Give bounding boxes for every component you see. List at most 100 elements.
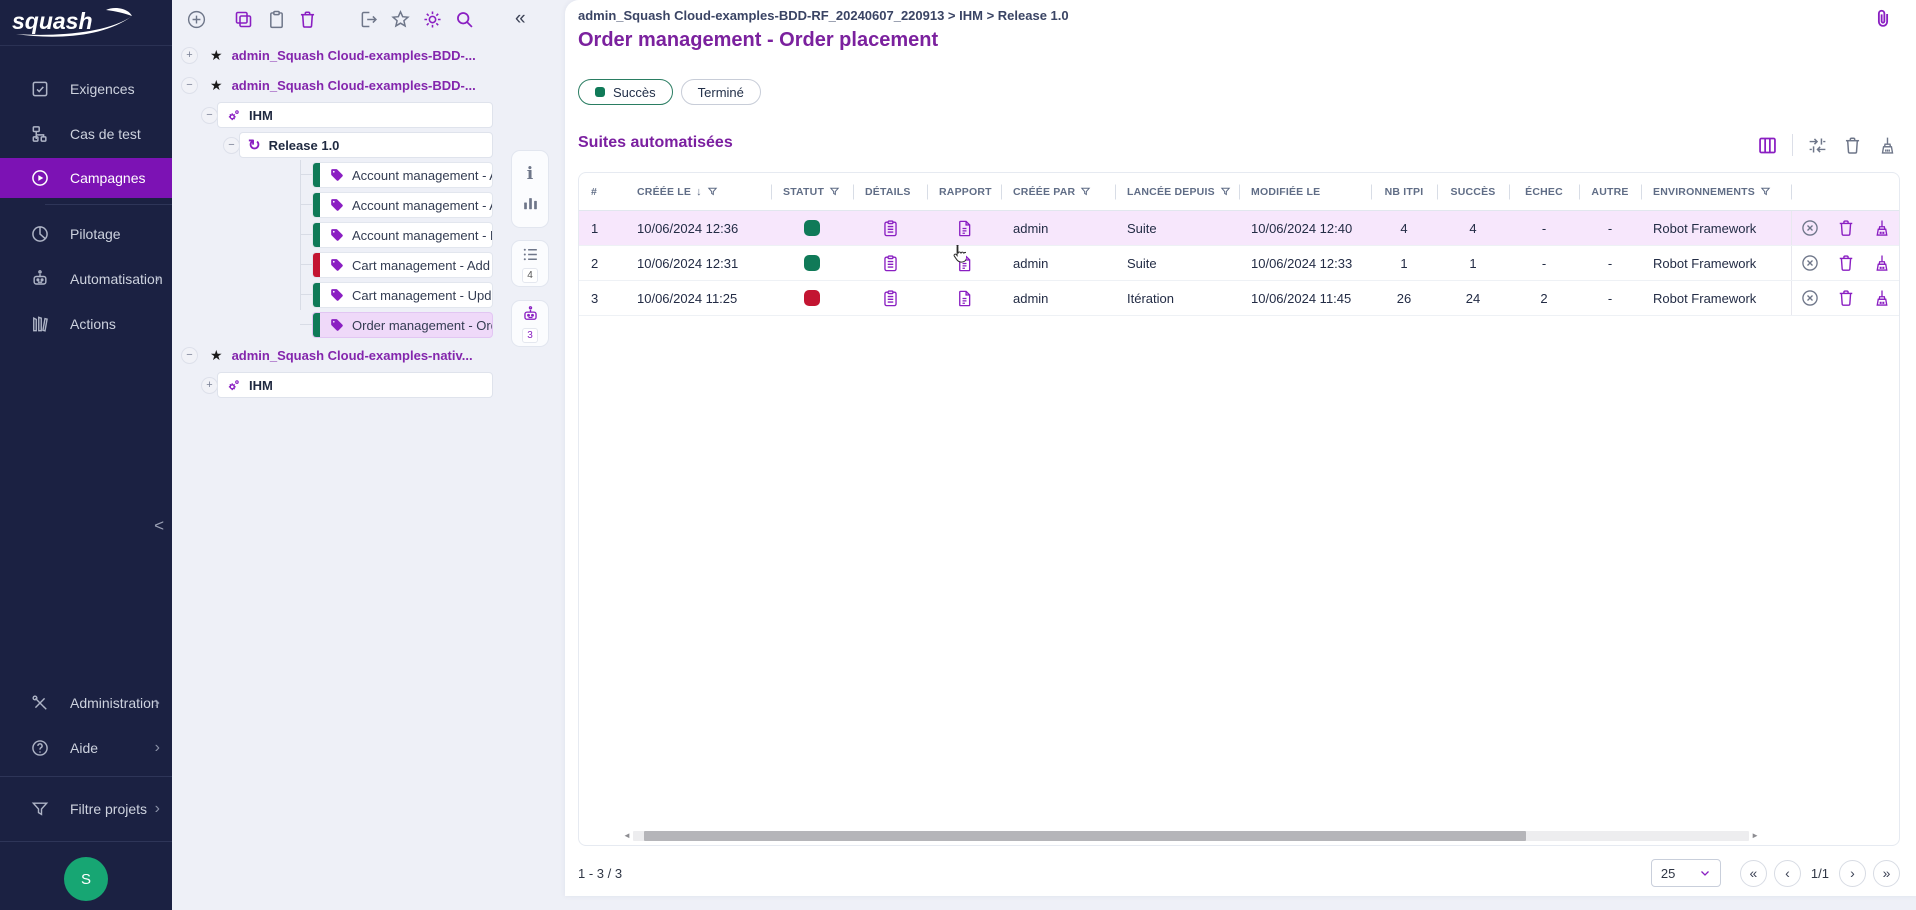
collapse-icon[interactable]: − — [182, 348, 197, 363]
cancel-circle-x-icon[interactable] — [1800, 218, 1820, 238]
tree-project-row[interactable]: + ★ admin_Squash Cloud-examples-BDD-... — [172, 40, 505, 70]
nav-item-automatisation[interactable]: Automatisation › — [0, 256, 172, 301]
state-badge-termine[interactable]: Terminé — [681, 79, 761, 105]
table-row[interactable]: 1 10/06/2024 12:36 admin Suite 10/06/202… — [579, 211, 1899, 246]
header-environments[interactable]: ENVIRONNEMENTS — [1641, 186, 1791, 198]
delete-all-icon[interactable] — [1842, 135, 1863, 156]
details-clipboard-icon[interactable] — [881, 219, 900, 238]
expand-icon[interactable]: + — [182, 48, 197, 63]
tree-node-release[interactable]: − ↻ Release 1.0 — [172, 130, 505, 160]
nav-item-cas-de-test[interactable]: Cas de test — [0, 111, 172, 156]
header-modified[interactable]: MODIFIÉE LE — [1239, 186, 1371, 198]
nav-item-administration[interactable]: Administration › — [0, 680, 172, 725]
table-row[interactable]: 2 10/06/2024 12:31 admin Suite 10/06/202… — [579, 246, 1899, 281]
header-launched-from[interactable]: LANCÉE DEPUIS — [1115, 186, 1239, 198]
node-box-ihm[interactable]: IHM — [217, 102, 493, 128]
header-failure[interactable]: ÉCHEC — [1509, 186, 1579, 198]
tree-node-ihm[interactable]: − IHM — [172, 100, 505, 130]
collapse-icon[interactable]: − — [224, 138, 239, 153]
nav-item-aide[interactable]: Aide › — [0, 725, 172, 770]
nav-item-actions[interactable]: Actions — [0, 301, 172, 346]
export-icon[interactable] — [358, 9, 379, 30]
filter-funnel-icon[interactable] — [1220, 186, 1231, 197]
clean-broom-icon[interactable] — [1872, 253, 1892, 273]
status-badge-succes[interactable]: Succès — [578, 79, 673, 105]
collapse-tree-icon[interactable]: « — [515, 8, 526, 30]
details-clipboard-icon[interactable] — [881, 289, 900, 308]
automated-suites-card[interactable]: 3 — [511, 300, 549, 347]
attachment-paperclip-icon[interactable] — [1872, 8, 1894, 30]
report-document-icon[interactable] — [955, 289, 974, 308]
tree-project-row[interactable]: − ★ admin_Squash Cloud-examples-BDD-... — [172, 70, 505, 100]
nav-item-pilotage[interactable]: Pilotage — [0, 211, 172, 256]
test-suite-item[interactable]: Account management - Lo... — [312, 222, 493, 248]
header-created-by[interactable]: CRÉÉE PAR — [1001, 186, 1115, 198]
sidebar-collapse-icon[interactable]: < — [150, 512, 168, 540]
filter-config-icon[interactable] — [1807, 135, 1828, 156]
header-num: # — [579, 186, 625, 198]
delete-row-icon[interactable] — [1836, 288, 1856, 308]
info-icon[interactable]: i — [527, 166, 533, 183]
filter-funnel-icon[interactable] — [829, 186, 840, 197]
settings-gear-icon[interactable] — [422, 9, 443, 30]
add-icon[interactable] — [186, 9, 207, 30]
expand-icon[interactable]: + — [202, 378, 217, 393]
cancel-circle-x-icon[interactable] — [1800, 288, 1820, 308]
paste-icon[interactable] — [266, 9, 287, 30]
cancel-circle-x-icon[interactable] — [1800, 253, 1820, 273]
filter-funnel-icon[interactable] — [707, 186, 718, 197]
delete-row-icon[interactable] — [1836, 253, 1856, 273]
scrollbar-track[interactable] — [633, 831, 1749, 841]
header-other[interactable]: AUTRE — [1579, 186, 1641, 198]
table-row[interactable]: 3 10/06/2024 11:25 admin Itération 10/06… — [579, 281, 1899, 316]
details-clipboard-icon[interactable] — [881, 254, 900, 273]
header-status[interactable]: STATUT — [771, 186, 853, 198]
node-box-ihm2[interactable]: IHM — [217, 372, 493, 398]
delete-icon[interactable] — [297, 9, 318, 30]
test-suite-item[interactable]: Cart management - Update... — [312, 282, 493, 308]
report-document-icon[interactable] — [955, 254, 974, 273]
scrollbar-thumb[interactable] — [644, 831, 1526, 841]
delete-row-icon[interactable] — [1836, 218, 1856, 238]
next-page-button[interactable]: › — [1839, 860, 1866, 887]
user-avatar[interactable]: S — [64, 857, 108, 901]
copy-icon[interactable] — [233, 9, 254, 30]
search-icon[interactable] — [454, 9, 475, 30]
star-icon[interactable]: ★ — [210, 77, 223, 94]
favorite-star-icon[interactable] — [390, 9, 411, 30]
scroll-left-icon[interactable]: ◄ — [623, 832, 631, 840]
chart-icon[interactable] — [521, 193, 540, 212]
tree-node-ihm2[interactable]: + IHM — [172, 370, 505, 400]
columns-icon[interactable] — [1757, 135, 1778, 156]
first-page-button[interactable]: « — [1740, 860, 1767, 887]
horizontal-scrollbar[interactable]: ◄ ► — [623, 830, 1759, 842]
sort-desc-icon[interactable]: ↓ — [696, 186, 702, 198]
exec-plan-card[interactable]: 4 — [511, 240, 549, 287]
test-suite-item[interactable]: Cart management - Add to ... — [312, 252, 493, 278]
tree-project-row[interactable]: − ★ admin_Squash Cloud-examples-nativ... — [172, 340, 505, 370]
collapse-icon[interactable]: − — [182, 78, 197, 93]
header-nb-itpi[interactable]: NB ITPI — [1371, 186, 1437, 198]
filter-funnel-icon[interactable] — [1760, 186, 1771, 197]
prev-page-button[interactable]: ‹ — [1774, 860, 1801, 887]
scroll-right-icon[interactable]: ► — [1751, 832, 1759, 840]
filter-funnel-icon[interactable] — [1080, 186, 1091, 197]
test-suite-item[interactable]: Account management - Acc... — [312, 192, 493, 218]
clean-broom-icon[interactable] — [1872, 218, 1892, 238]
test-suite-item-selected[interactable]: Order management - Order... — [312, 312, 493, 338]
nav-item-campagnes[interactable]: Campagnes — [0, 158, 172, 198]
star-icon[interactable]: ★ — [210, 47, 223, 64]
collapse-icon[interactable]: − — [202, 108, 217, 123]
star-icon[interactable]: ★ — [210, 347, 223, 364]
page-size-select[interactable]: 25 — [1651, 859, 1721, 887]
clean-broom-icon[interactable] — [1877, 135, 1898, 156]
nav-item-exigences[interactable]: Exigences — [0, 66, 172, 111]
node-box-release[interactable]: ↻ Release 1.0 — [239, 132, 493, 158]
header-success[interactable]: SUCCÈS — [1437, 186, 1509, 198]
test-suite-item[interactable]: Account management - Acc... — [312, 162, 493, 188]
header-created[interactable]: CRÉÉE LE ↓ — [625, 186, 771, 198]
clean-broom-icon[interactable] — [1872, 288, 1892, 308]
last-page-button[interactable]: » — [1873, 860, 1900, 887]
nav-item-filtre-projets[interactable]: Filtre projets › — [0, 783, 172, 835]
report-document-icon[interactable] — [955, 219, 974, 238]
